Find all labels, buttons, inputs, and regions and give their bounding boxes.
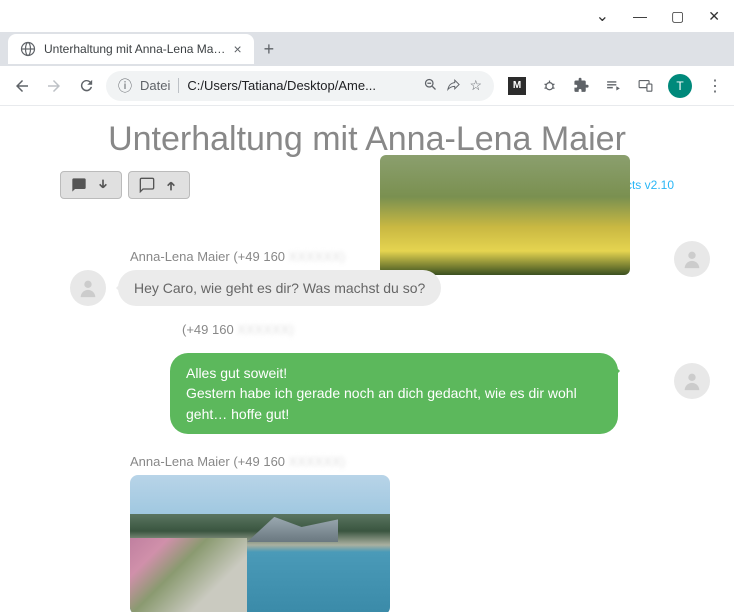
devices-icon[interactable] — [636, 77, 654, 95]
address-bar: ⓘ Datei C:/Users/Tatiana/Desktop/Ame... … — [0, 66, 734, 106]
arrow-up-icon — [163, 177, 179, 193]
window-minimize-icon[interactable]: — — [633, 8, 647, 24]
extension-m-icon[interactable]: M — [508, 77, 526, 95]
message-bubble-outgoing: Alles gut soweit! Gestern habe ich gerad… — [170, 353, 618, 434]
tab-title: Unterhaltung mit Anna-Lena Ma… — [44, 42, 225, 56]
globe-icon — [20, 41, 36, 57]
arrow-down-icon — [95, 177, 111, 193]
window-controls: ⌄ — ▢ ✕ — [0, 0, 734, 32]
puzzle-icon[interactable] — [572, 77, 590, 95]
window-maximize-icon[interactable]: ▢ — [671, 8, 684, 25]
info-icon[interactable]: ⓘ — [118, 76, 132, 96]
message-block: Anna-Lena Maier (+49 160 XXXXXX) — [60, 454, 674, 612]
page-content: Unterhaltung mit Anna-Lena Maier Exporte… — [0, 106, 734, 612]
sender-label: Anna-Lena Maier (+49 160 XXXXXX) — [130, 454, 674, 469]
window-dropdown-icon[interactable]: ⌄ — [596, 6, 609, 26]
page-title: Unterhaltung mit Anna-Lena Maier — [60, 120, 674, 159]
chat-filled-icon — [71, 177, 87, 193]
message-row: Alles gut soweit! Gestern habe ich gerad… — [170, 353, 674, 434]
browser-tab[interactable]: Unterhaltung mit Anna-Lena Ma… × — [8, 34, 254, 64]
message-bubble-incoming: Hey Caro, wie geht es dir? Was machst du… — [118, 270, 441, 306]
avatar — [70, 270, 106, 306]
zoom-icon[interactable] — [423, 77, 438, 95]
url-text: C:/Users/Tatiana/Desktop/Ame... — [187, 78, 415, 93]
nav-button-group — [60, 171, 190, 199]
scroll-down-button[interactable] — [60, 171, 122, 199]
tab-close-icon[interactable]: × — [233, 41, 241, 57]
extension-bug-icon[interactable] — [540, 77, 558, 95]
avatar — [674, 241, 710, 277]
message-block: (+49 160 XXXXXX) Alles gut soweit! Geste… — [60, 322, 674, 434]
bookmark-icon[interactable]: ☆ — [469, 77, 482, 94]
profile-badge[interactable]: T — [668, 74, 692, 98]
back-button[interactable] — [10, 74, 34, 98]
omnibox[interactable]: ⓘ Datei C:/Users/Tatiana/Desktop/Ame... … — [106, 71, 494, 101]
menu-icon[interactable]: ⋮ — [706, 77, 724, 95]
sender-label: (+49 160 XXXXXX) — [182, 322, 674, 337]
share-icon[interactable] — [446, 77, 461, 95]
window-close-icon[interactable]: ✕ — [708, 8, 720, 25]
scroll-up-button[interactable] — [128, 171, 190, 199]
reload-button[interactable] — [74, 74, 98, 98]
toolbar-extensions: M T ⋮ — [502, 74, 724, 98]
chat-area: Anna-Lena Maier (+49 160 XXXXXX) Hey Car… — [60, 249, 674, 612]
message-row — [130, 475, 674, 612]
avatar — [674, 363, 710, 399]
message-row: Hey Caro, wie geht es dir? Was machst du… — [70, 270, 674, 306]
tab-bar: Unterhaltung mit Anna-Lena Ma… × + — [0, 32, 734, 66]
new-tab-button[interactable]: + — [264, 39, 275, 60]
image-attachment[interactable] — [130, 475, 390, 612]
chat-outline-icon — [139, 177, 155, 193]
forward-button[interactable] — [42, 74, 66, 98]
playlist-icon[interactable] — [604, 77, 622, 95]
url-scheme-label: Datei — [140, 78, 179, 93]
image-attachment[interactable] — [380, 155, 630, 275]
